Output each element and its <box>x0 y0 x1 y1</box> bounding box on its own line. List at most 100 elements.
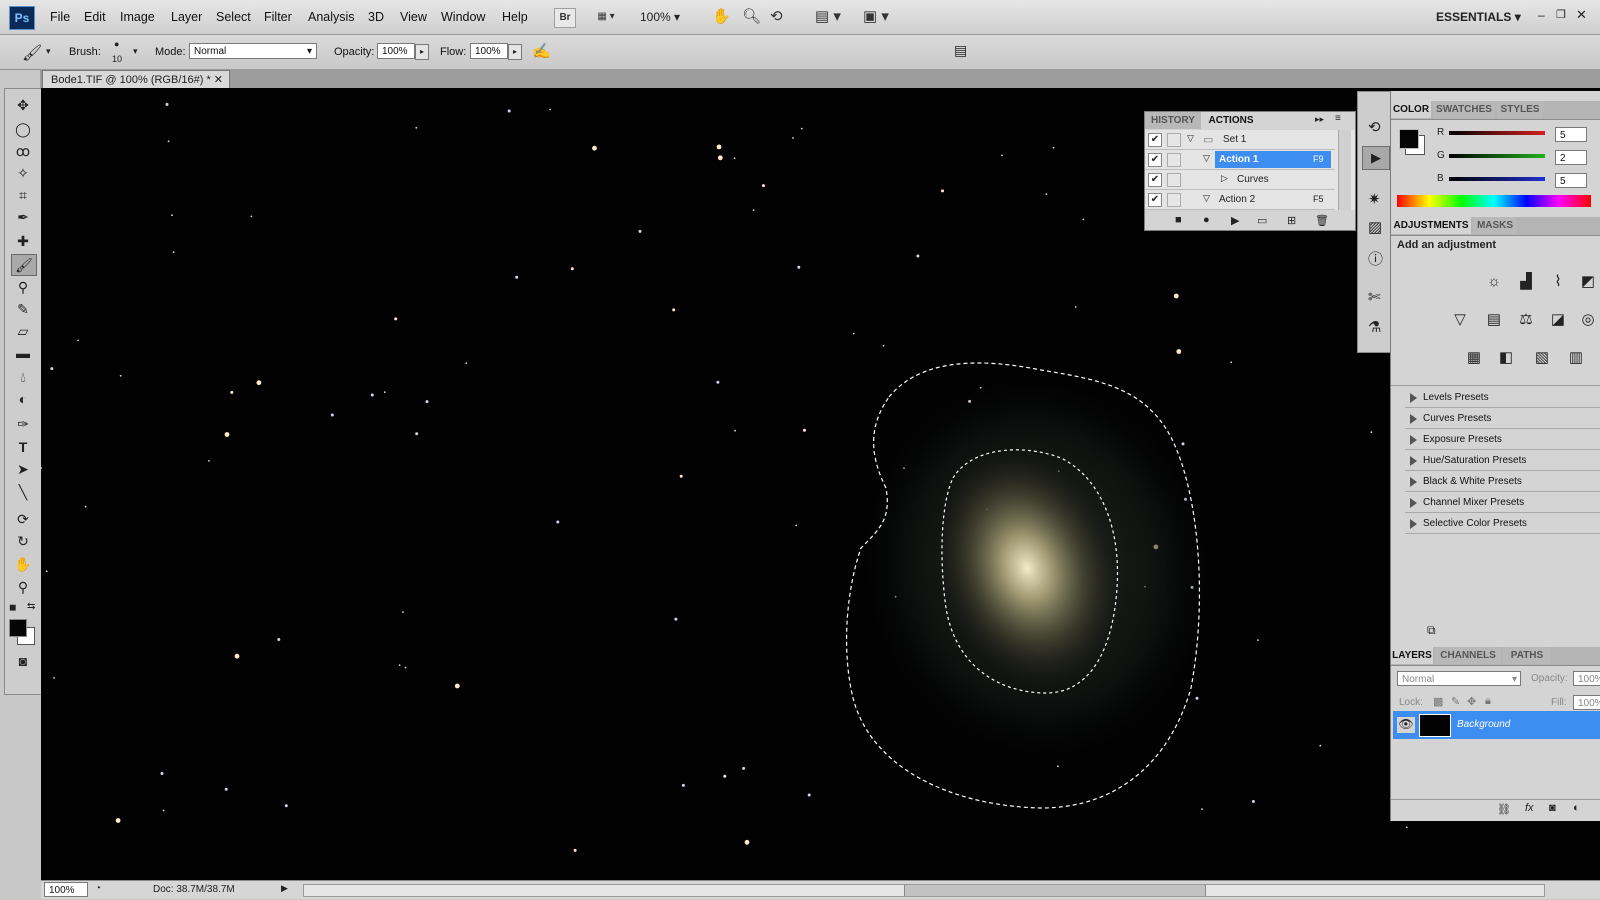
tab-channels[interactable]: CHANNELS <box>1435 647 1501 664</box>
tab-styles[interactable]: STYLES <box>1497 101 1543 118</box>
close-document-icon[interactable]: ✕ <box>214 71 223 89</box>
dialog-toggle[interactable] <box>1167 193 1181 207</box>
adjustment-layer-icon[interactable]: ◐ <box>1573 802 1580 814</box>
history-panel-icon[interactable]: ⟲ <box>1368 118 1381 136</box>
add-mask-icon[interactable]: ◙ <box>1549 802 1556 814</box>
posterize-icon[interactable]: ▧ <box>1531 347 1553 369</box>
blur-tool-icon[interactable]: 💧︎ <box>11 367 35 387</box>
preset-curves[interactable]: Curves Presets <box>1405 409 1600 429</box>
workspace-switcher[interactable]: ESSENTIALS ▾ <box>1436 10 1521 24</box>
menu-layer[interactable]: Layer <box>171 10 202 24</box>
exposure-icon[interactable]: ◩ <box>1577 271 1599 293</box>
tab-layers[interactable]: LAYERS <box>1391 647 1433 664</box>
menu-help[interactable]: Help <box>502 10 528 24</box>
flow-slider-toggle[interactable]: ▸ <box>508 44 522 60</box>
marquee-tool-icon[interactable]: ◯ <box>11 119 35 139</box>
brush-size[interactable]: 10 <box>112 54 122 64</box>
channel-mixer-icon[interactable]: ▦ <box>1463 347 1485 369</box>
layer-blend-mode-select[interactable]: Normal ▾ <box>1397 671 1521 686</box>
close-icon[interactable]: ✕ <box>1576 7 1587 23</box>
vibrance-icon[interactable]: ▽ <box>1449 309 1471 331</box>
histogram-icon[interactable]: ▨ <box>1368 218 1382 236</box>
document-tab[interactable]: Bode1.TIF @ 100% (RGB/16#) * ✕ <box>42 70 230 88</box>
expand-arrow-icon[interactable]: ▷ <box>1221 173 1228 184</box>
menu-image[interactable]: Image <box>120 10 155 24</box>
dialog-toggle[interactable] <box>1167 133 1181 147</box>
eraser-tool-icon[interactable]: ▱ <box>11 321 35 341</box>
zoom-tool-icon[interactable]: ⚲ <box>11 577 35 597</box>
zoom-level-dropdown[interactable]: 100% ▾ <box>640 10 680 24</box>
curves-icon[interactable]: ⌇ <box>1547 271 1569 293</box>
dodge-tool-icon[interactable]: ◐ <box>11 389 35 409</box>
gradient-tool-icon[interactable]: ▬ <box>11 343 35 363</box>
green-slider[interactable] <box>1449 154 1545 158</box>
red-value[interactable]: 5 <box>1555 127 1587 142</box>
line-tool-icon[interactable]: ╲ <box>11 482 35 502</box>
blue-value[interactable]: 5 <box>1555 173 1587 188</box>
toggle-checkbox[interactable]: ✔ <box>1148 153 1162 167</box>
tab-paths[interactable]: PATHS <box>1503 647 1551 664</box>
layer-row[interactable]: 👁︎ Background <box>1393 711 1600 739</box>
lock-all-icon[interactable]: 🔒︎ <box>1485 695 1491 708</box>
move-tool-icon[interactable]: ✥ <box>11 95 35 115</box>
preset-selective-color[interactable]: Selective Color Presets <box>1405 514 1600 534</box>
restore-icon[interactable]: ❐ <box>1556 8 1566 21</box>
expand-arrow-icon[interactable]: ▽ <box>1187 133 1194 144</box>
arrange-documents-icon[interactable]: ▤ ▾ <box>815 7 841 25</box>
screen-mode-icon[interactable]: ▣ ▾ <box>863 7 889 25</box>
new-set-icon[interactable]: ▭ <box>1257 214 1267 227</box>
fill-input[interactable]: 100% <box>1573 695 1600 710</box>
menu-edit[interactable]: Edit <box>84 10 106 24</box>
expand-arrow-icon[interactable]: ▽ <box>1203 193 1210 204</box>
path-selection-tool-icon[interactable]: ➤ <box>11 459 35 479</box>
clip-to-layer-icon[interactable]: ⧉ <box>1427 623 1436 638</box>
layer-opacity-input[interactable]: 100% <box>1573 671 1600 686</box>
toggle-checkbox[interactable]: ✔ <box>1148 193 1162 207</box>
status-menu-arrow[interactable]: ▶ <box>281 883 288 894</box>
default-colors-icon[interactable]: ◼ <box>9 602 16 613</box>
eyedropper-tool-icon[interactable]: ✒ <box>11 207 35 227</box>
navigator-icon[interactable]: ✷ <box>1368 190 1381 208</box>
levels-icon[interactable]: ▟ <box>1515 271 1537 293</box>
dialog-toggle[interactable] <box>1167 173 1181 187</box>
preset-black-white[interactable]: Black & White Presets <box>1405 472 1600 492</box>
lasso-tool-icon[interactable]: ꝏ <box>11 141 35 161</box>
preset-hue-saturation[interactable]: Hue/Saturation Presets <box>1405 451 1600 471</box>
collapse-panel-icon[interactable]: ▸▸ <box>1315 114 1324 125</box>
mode-select[interactable]: Normal ▾ <box>189 43 317 59</box>
hand-tool-icon[interactable]: ✋ <box>11 554 35 574</box>
record-icon[interactable]: ● <box>1203 214 1210 226</box>
list-item[interactable]: ✔ ▽ ▭ Set 1 <box>1145 130 1335 150</box>
list-item[interactable]: ✔ ▷ Curves <box>1145 170 1335 190</box>
minimize-icon[interactable]: – <box>1538 8 1545 22</box>
preset-exposure[interactable]: Exposure Presets <box>1405 430 1600 450</box>
menu-select[interactable]: Select <box>216 10 251 24</box>
crop-tool-icon[interactable]: ⌗ <box>11 185 35 205</box>
hue-saturation-icon[interactable]: ▤ <box>1483 309 1505 331</box>
3d-rotate-tool-icon[interactable]: ⟳ <box>11 509 35 529</box>
color-spectrum-ramp[interactable] <box>1397 195 1591 207</box>
toggle-checkbox[interactable]: ✔ <box>1148 133 1162 147</box>
tab-swatches[interactable]: SWATCHES <box>1433 101 1495 118</box>
quick-selection-tool-icon[interactable]: ✧ <box>11 163 35 183</box>
tab-color[interactable]: COLOR <box>1391 101 1431 118</box>
quick-mask-icon[interactable]: ◙ <box>11 651 35 671</box>
menu-view[interactable]: View <box>400 10 427 24</box>
opacity-slider-toggle[interactable]: ▸ <box>415 44 429 60</box>
green-value[interactable]: 2 <box>1555 150 1587 165</box>
brushes-icon[interactable]: ✄ <box>1368 288 1381 306</box>
mini-bridge-icon[interactable]: ▦ ▾ <box>590 8 622 26</box>
opacity-input[interactable]: 100% <box>377 43 415 59</box>
visibility-eye-icon[interactable]: 👁︎ <box>1397 717 1415 733</box>
tool-preset-dropdown[interactable]: ▾ <box>46 46 51 57</box>
swap-colors-icon[interactable]: ⇆ <box>27 601 35 612</box>
lock-position-icon[interactable]: ✥ <box>1467 695 1476 708</box>
tab-actions[interactable]: ACTIONS <box>1203 112 1259 129</box>
brightness-contrast-icon[interactable]: ☼ <box>1483 271 1505 293</box>
preset-channel-mixer[interactable]: Channel Mixer Presets <box>1405 493 1600 513</box>
info-icon[interactable]: ⓘ <box>1368 248 1383 269</box>
blue-slider[interactable] <box>1449 177 1545 181</box>
airbrush-icon[interactable]: ✍ <box>532 42 551 60</box>
healing-brush-tool-icon[interactable]: ✚ <box>11 231 35 251</box>
foreground-color-swatch[interactable] <box>9 619 27 637</box>
